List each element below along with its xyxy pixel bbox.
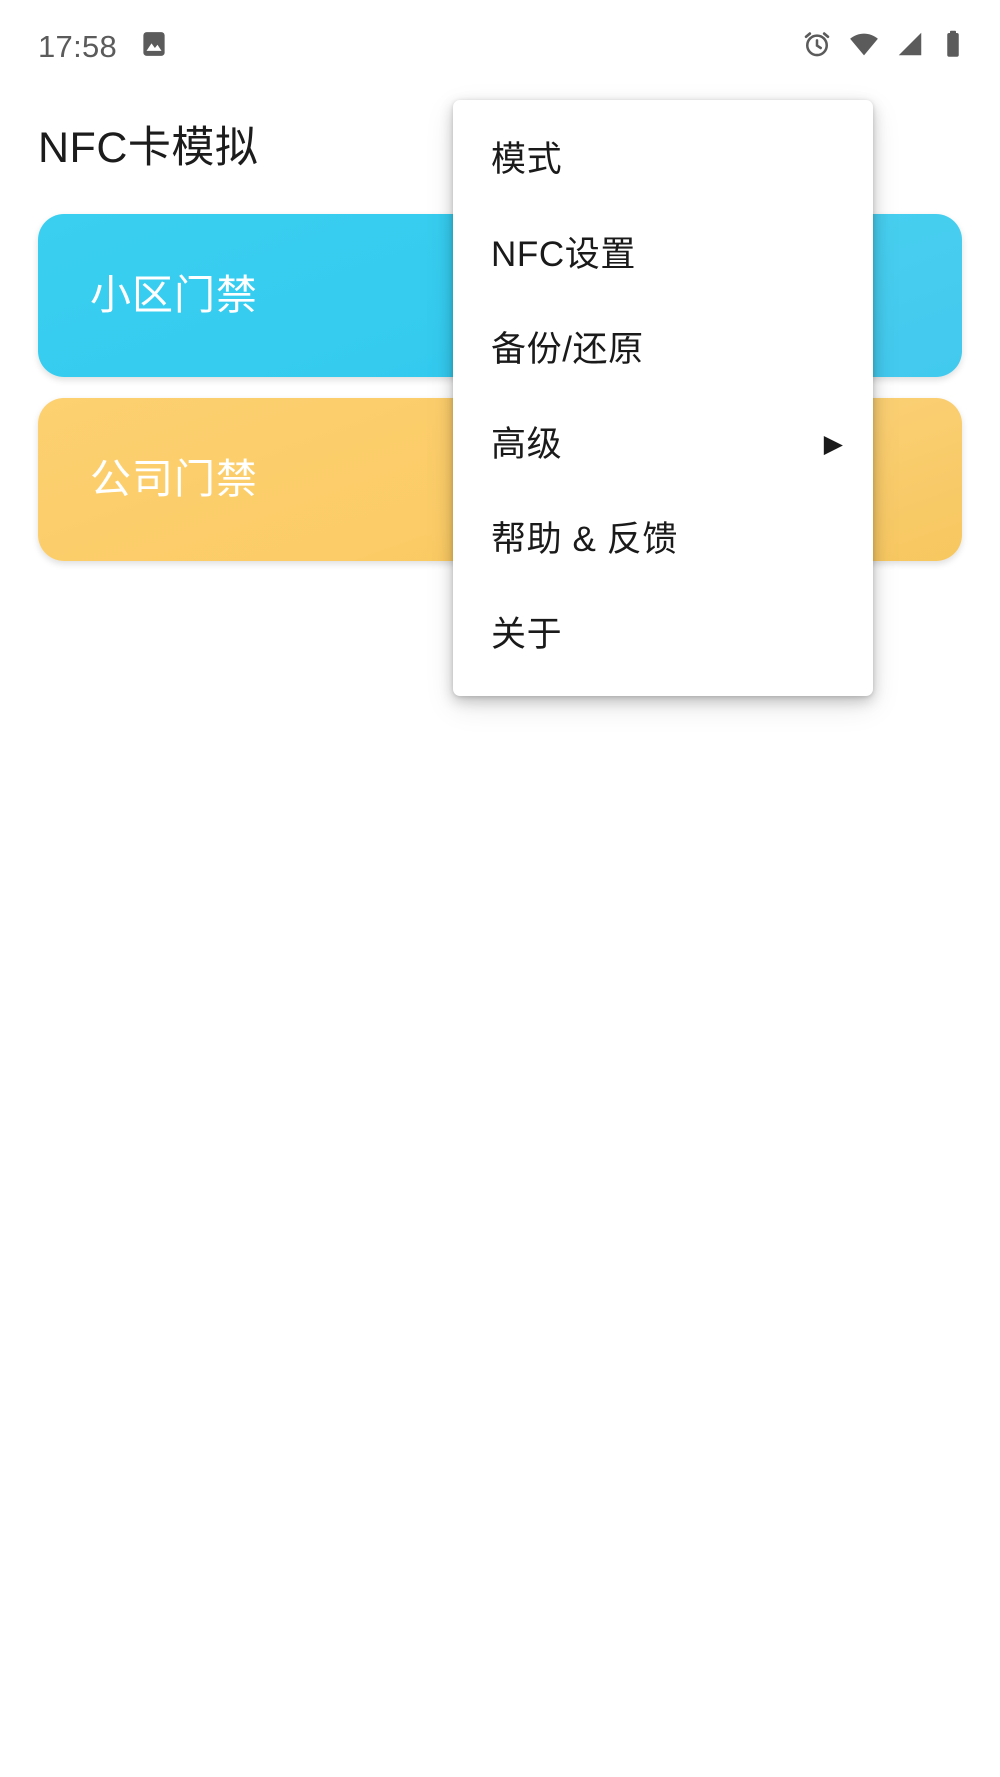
menu-item-label: 高级: [491, 425, 563, 464]
overflow-menu: 模式 NFC设置 备份/还原 高级 ▶ 帮助 & 反馈 关于: [453, 100, 873, 696]
status-bar: 17:58: [0, 0, 1000, 92]
chevron-right-icon: ▶: [823, 430, 843, 458]
menu-item-about[interactable]: 关于: [453, 587, 873, 682]
status-clock: 17:58: [38, 28, 118, 64]
menu-item-label: 备份/还原: [491, 330, 644, 369]
card-label: 小区门禁: [90, 272, 258, 318]
menu-item-nfc-settings[interactable]: NFC设置: [453, 207, 873, 302]
alarm-clock-icon: [801, 28, 833, 65]
card-label: 公司门禁: [90, 456, 258, 502]
menu-item-advanced[interactable]: 高级 ▶: [453, 397, 873, 492]
menu-item-help-feedback[interactable]: 帮助 & 反馈: [453, 492, 873, 587]
menu-item-label: NFC设置: [491, 235, 636, 274]
app-screen: 17:58 NFC卡模拟 小区门禁 公司门禁 模式 NFC设置 备份/还原 高级…: [0, 0, 1000, 1777]
menu-item-label: 关于: [491, 615, 563, 654]
menu-item-label: 帮助 & 反馈: [491, 520, 678, 559]
battery-icon: [940, 29, 966, 64]
status-bar-left: 17:58: [38, 29, 169, 64]
menu-item-mode[interactable]: 模式: [453, 112, 873, 207]
wifi-icon: [848, 28, 880, 65]
menu-item-label: 模式: [491, 140, 563, 179]
menu-item-backup-restore[interactable]: 备份/还原: [453, 302, 873, 397]
cellular-signal-icon: [895, 29, 925, 64]
gallery-icon: [139, 29, 169, 64]
page-title: NFC卡模拟: [38, 124, 259, 172]
status-bar-right: [801, 28, 966, 65]
